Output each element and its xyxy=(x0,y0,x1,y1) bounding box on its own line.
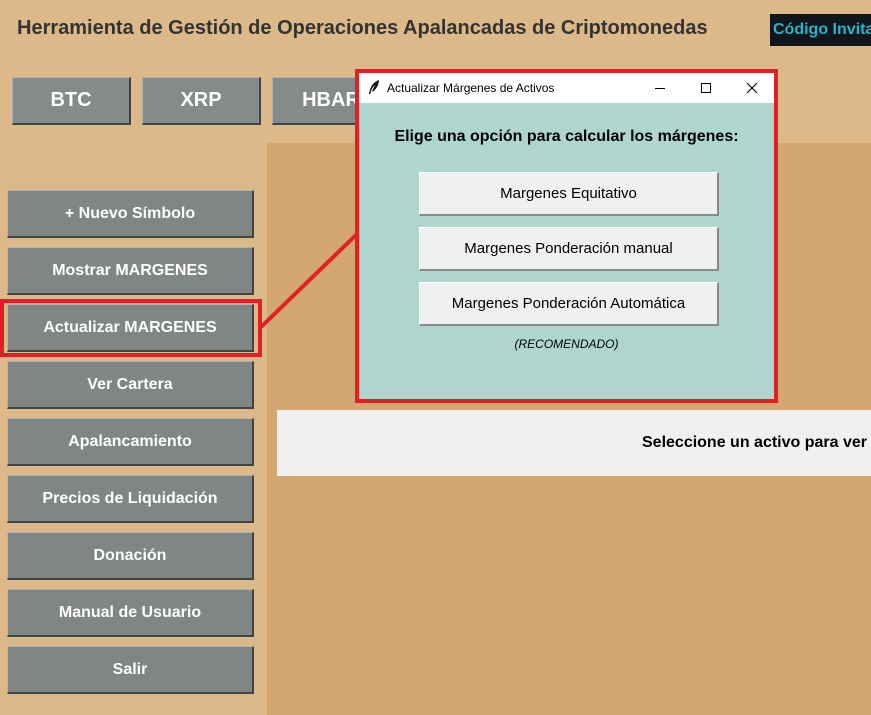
close-icon[interactable] xyxy=(729,73,775,103)
equal-margins-button[interactable]: Margenes Equitativo xyxy=(419,172,719,216)
recommended-note: (RECOMENDADO) xyxy=(514,337,619,351)
dialog-heading: Elige una opción para calcular los márge… xyxy=(394,128,739,145)
minimize-icon[interactable] xyxy=(637,73,683,103)
manual-weighting-button[interactable]: Margenes Ponderación manual xyxy=(419,227,719,271)
feather-icon xyxy=(369,80,379,94)
automatic-weighting-button[interactable]: Margenes Ponderación Automática xyxy=(419,282,719,326)
dialog-title: Actualizar Márgenes de Activos xyxy=(387,81,555,95)
maximize-icon[interactable] xyxy=(683,73,729,103)
dialog-titlebar[interactable]: Actualizar Márgenes de Activos xyxy=(359,73,774,103)
update-margins-dialog: Actualizar Márgenes de Activos Elige una… xyxy=(355,69,778,403)
